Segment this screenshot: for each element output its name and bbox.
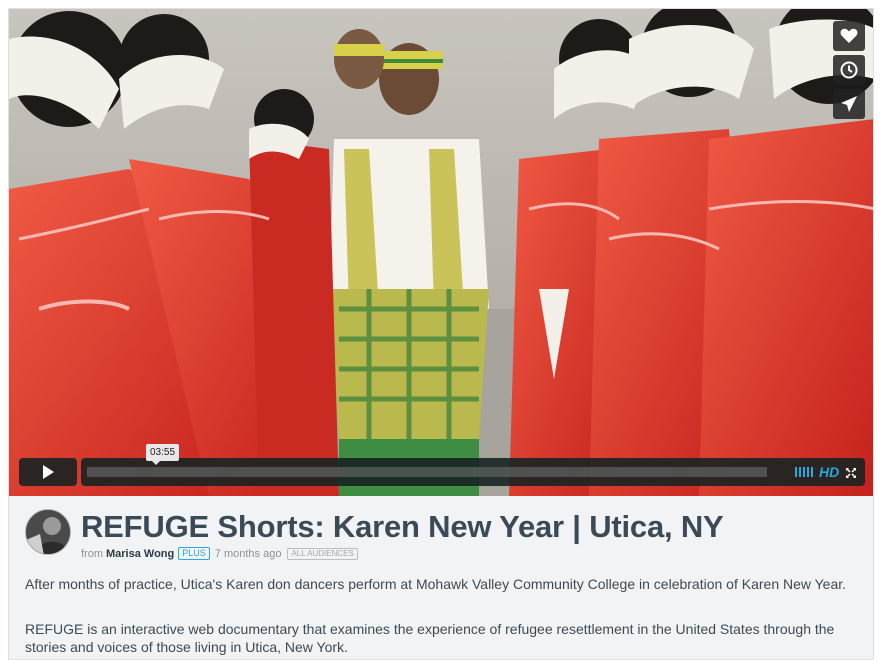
hd-toggle[interactable]: HD	[819, 464, 839, 480]
avatar-image	[26, 510, 70, 554]
fullscreen-icon	[846, 468, 856, 478]
fullscreen-button[interactable]	[845, 466, 857, 484]
watch-later-button[interactable]	[833, 55, 865, 85]
posted-time: 7 months ago	[214, 547, 282, 560]
share-button[interactable]	[833, 89, 865, 119]
author-link[interactable]: Marisa Wong	[106, 548, 174, 560]
volume-bar	[807, 467, 809, 477]
volume-bar	[795, 467, 797, 477]
audience-badge: ALL AUDIENCES	[287, 547, 358, 560]
video-player[interactable]: 03:55 HD	[9, 9, 873, 496]
play-icon	[43, 465, 54, 479]
volume-bar	[803, 467, 805, 477]
paper-plane-icon	[841, 96, 857, 112]
clock-icon	[840, 61, 858, 79]
volume-bar	[799, 467, 801, 477]
player-controls: 03:55 HD	[19, 444, 865, 486]
volume-bar	[811, 467, 813, 477]
volume-control[interactable]	[795, 467, 813, 477]
heart-icon	[840, 28, 858, 43]
progress-bar[interactable]	[87, 467, 767, 477]
control-bar: 03:55 HD	[81, 444, 865, 486]
time-display: 03:55	[146, 444, 180, 465]
description-paragraph: After months of practice, Utica's Karen …	[25, 576, 847, 592]
from-label: from	[81, 547, 103, 560]
video-title: REFUGE Shorts: Karen New Year | Utica, N…	[81, 509, 724, 544]
byline: from Marisa Wong PLUS 7 months ago ALL A…	[81, 547, 358, 560]
like-button[interactable]	[833, 21, 865, 51]
video-frame-image	[9, 9, 873, 496]
author-avatar[interactable]	[25, 509, 71, 555]
description-paragraph: REFUGE is an interactive web documentary…	[25, 621, 835, 655]
play-button[interactable]	[19, 458, 77, 486]
video-page: 03:55 HD REFUGE Shorts: Karen New Year |…	[8, 8, 874, 660]
plus-badge[interactable]: PLUS	[178, 547, 210, 560]
side-action-bar	[833, 21, 865, 119]
